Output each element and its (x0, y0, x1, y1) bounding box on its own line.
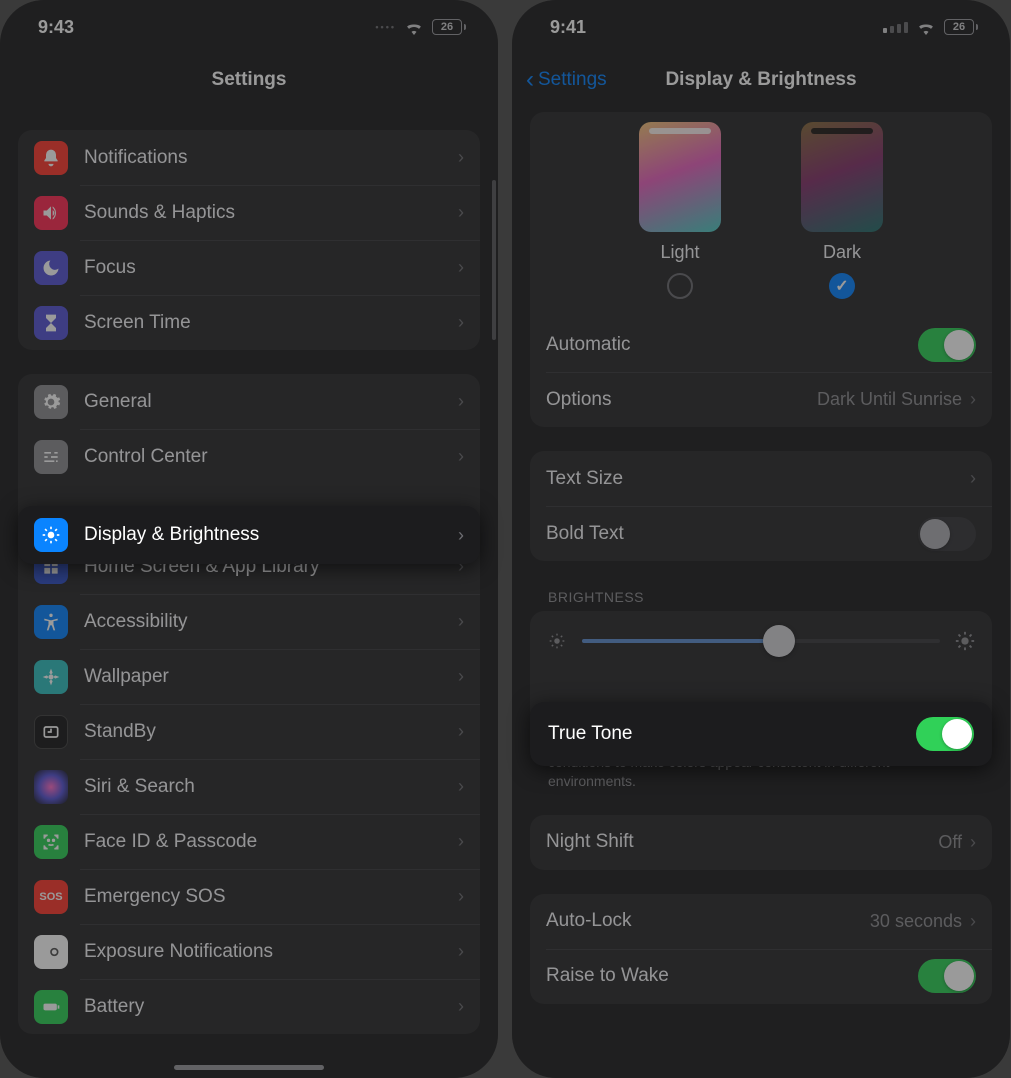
faceid-icon (34, 825, 68, 859)
radio-dark[interactable] (829, 273, 855, 299)
nav-bar: ‹Settings Display & Brightness (512, 54, 1010, 106)
back-button[interactable]: ‹Settings (526, 68, 607, 92)
chevron-right-icon: › (458, 721, 464, 742)
truetone-toggle[interactable] (916, 717, 974, 751)
row-exposure[interactable]: Exposure Notifications› (18, 924, 480, 979)
chevron-right-icon: › (458, 446, 464, 467)
scroll-indicator (492, 180, 496, 340)
row-options[interactable]: OptionsDark Until Sunrise› (530, 372, 992, 427)
moon-icon (34, 251, 68, 285)
automatic-toggle[interactable] (918, 328, 976, 362)
status-bar: 9:43 •••• 26 (0, 0, 498, 54)
dark-preview (801, 122, 883, 232)
chevron-left-icon: ‹ (526, 68, 534, 92)
nightshift-group: Night ShiftOff› (530, 815, 992, 870)
row-truetone[interactable]: True Tone (530, 702, 992, 766)
battery-icon (34, 990, 68, 1024)
row-raisetowake[interactable]: Raise to Wake (530, 949, 992, 1004)
row-standby[interactable]: StandBy› (18, 704, 480, 759)
boldtext-toggle[interactable] (918, 517, 976, 551)
row-general[interactable]: General› (18, 374, 480, 429)
text-group: Text Size› Bold Text (530, 451, 992, 561)
wifi-icon (404, 20, 424, 35)
chevron-right-icon: › (970, 468, 976, 489)
row-controlcenter[interactable]: Control Center› (18, 429, 480, 484)
nav-bar: Settings (0, 54, 498, 106)
row-display-brightness[interactable]: Display & Brightness › (18, 506, 480, 564)
exposure-icon (34, 935, 68, 969)
row-textsize[interactable]: Text Size› (530, 451, 992, 506)
status-bar: 9:41 26 (512, 0, 1010, 54)
row-accessibility[interactable]: Accessibility› (18, 594, 480, 649)
bell-icon (34, 141, 68, 175)
chevron-right-icon: › (458, 611, 464, 632)
row-boldtext[interactable]: Bold Text (530, 506, 992, 561)
display-brightness-screen: 9:41 26 ‹Settings Display & Brightness L… (512, 0, 1010, 1078)
chevron-right-icon: › (970, 911, 976, 932)
row-focus[interactable]: Focus› (18, 240, 480, 295)
chevron-right-icon: › (458, 202, 464, 223)
sun-small-icon (546, 630, 568, 652)
appearance-dark[interactable]: Dark (801, 122, 883, 299)
chevron-right-icon: › (970, 832, 976, 853)
row-siri[interactable]: Siri & Search› (18, 759, 480, 814)
row-wallpaper[interactable]: Wallpaper› (18, 649, 480, 704)
sliders-icon (34, 440, 68, 474)
cellular-icon (883, 21, 908, 33)
row-sounds[interactable]: Sounds & Haptics› (18, 185, 480, 240)
chevron-right-icon: › (458, 886, 464, 907)
chevron-right-icon: › (458, 776, 464, 797)
page-title: Settings (212, 69, 287, 91)
radio-light[interactable] (667, 273, 693, 299)
lock-group: Auto-Lock30 seconds› Raise to Wake (530, 894, 992, 1004)
flower-icon (34, 660, 68, 694)
row-sos[interactable]: SOSEmergency SOS› (18, 869, 480, 924)
chevron-right-icon: › (458, 941, 464, 962)
accessibility-icon (34, 605, 68, 639)
chevron-right-icon: › (458, 525, 464, 546)
chevron-right-icon: › (458, 831, 464, 852)
chevron-right-icon: › (970, 389, 976, 410)
raisetowake-toggle[interactable] (918, 959, 976, 993)
sun-large-icon (954, 630, 976, 652)
settings-group-1: Notifications› Sounds & Haptics› Focus› … (18, 130, 480, 350)
row-screentime[interactable]: Screen Time› (18, 295, 480, 350)
hourglass-icon (34, 306, 68, 340)
row-autolock[interactable]: Auto-Lock30 seconds› (530, 894, 992, 949)
home-indicator[interactable] (174, 1065, 324, 1070)
battery-icon: 26 (432, 19, 466, 35)
brightness-slider[interactable] (530, 611, 992, 671)
row-nightshift[interactable]: Night ShiftOff› (530, 815, 992, 870)
sos-icon: SOS (34, 880, 68, 914)
appearance-group: Light Dark Automatic OptionsDark Until S… (530, 112, 992, 427)
chevron-right-icon: › (458, 996, 464, 1017)
chevron-right-icon: › (458, 391, 464, 412)
row-faceid[interactable]: Face ID & Passcode› (18, 814, 480, 869)
row-automatic[interactable]: Automatic (530, 317, 992, 372)
chevron-right-icon: › (458, 147, 464, 168)
appearance-light[interactable]: Light (639, 122, 721, 299)
light-preview (639, 122, 721, 232)
status-time: 9:41 (550, 17, 586, 38)
brightness-header: Brightness (548, 589, 992, 605)
battery-icon: 26 (944, 19, 978, 35)
chevron-right-icon: › (458, 666, 464, 687)
clock-icon (34, 715, 68, 749)
chevron-right-icon: › (458, 312, 464, 333)
status-time: 9:43 (38, 17, 74, 38)
siri-icon (34, 770, 68, 804)
speaker-icon (34, 196, 68, 230)
cellular-icon: •••• (375, 22, 396, 32)
chevron-right-icon: › (458, 257, 464, 278)
settings-group-2: General› Control Center› . Home Screen &… (18, 374, 480, 1034)
page-title: Display & Brightness (665, 69, 856, 91)
row-battery[interactable]: Battery› (18, 979, 480, 1034)
wifi-icon (916, 20, 936, 35)
sun-icon (34, 518, 68, 552)
row-notifications[interactable]: Notifications› (18, 130, 480, 185)
gear-icon (34, 385, 68, 419)
